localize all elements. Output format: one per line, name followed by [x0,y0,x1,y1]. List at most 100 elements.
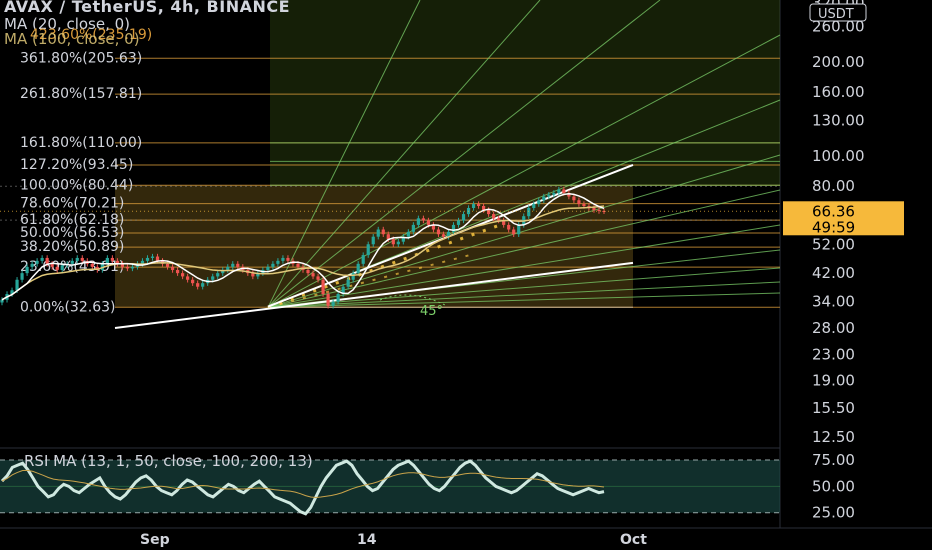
candle-body [562,189,566,193]
candle-body [577,200,581,205]
price-scale-label: 23.00 [812,346,855,364]
candle-body [236,263,240,267]
candle-body [15,279,19,291]
candle-body [0,299,4,303]
candle-body [361,255,365,264]
candle-body [537,200,541,205]
candle-body [547,194,551,197]
candle-body [512,229,516,235]
candle-body [25,266,29,274]
candle-body [366,244,370,256]
candle-body [471,204,476,208]
price-scale-label: 130.00 [812,111,865,129]
price-scale-label: 80.00 [812,177,855,195]
candle-body [60,265,64,270]
price-scale-label: 28.00 [812,319,855,337]
candle-body [35,260,39,264]
candle-body [216,273,220,277]
candle-body [70,260,74,264]
candle-body [487,209,491,215]
candle-body [492,214,496,219]
candle-body [532,204,536,208]
candle-body [30,263,34,267]
candle-body [75,257,79,261]
candle-body [281,257,285,261]
candle-body [90,263,94,267]
candle-body [391,239,395,245]
candle-body [582,204,586,207]
rsi-title[interactable]: RSI MA (13, 1, 50, close, 100, 200, 13) [24,452,313,470]
candle-body [461,214,466,221]
candle-body [426,220,431,225]
price-scale-label: 12.50 [812,428,855,446]
price-scale-label: 100.00 [812,147,865,165]
price-scale-label: 200.00 [812,53,865,71]
candle-body [346,279,350,287]
candle-body [456,220,461,225]
candle-body [186,276,190,280]
candle-body [306,269,310,274]
candle-body [175,269,180,274]
time-axis-label: Oct [620,532,647,548]
candle-body [476,204,481,207]
rsi-scale-label: 25.00 [812,504,855,522]
candle-body [592,207,596,210]
candle-body [411,224,415,232]
candle-body [276,260,280,264]
fib-label: 78.60%(70.21) [20,196,124,212]
candle-body [196,283,200,287]
candle-body [296,263,300,267]
candle-body [316,276,320,280]
price-scale-label: 52.00 [812,235,855,253]
candle-body [80,257,84,261]
candle-body [311,273,315,277]
candle-body [286,257,290,261]
candle-body [371,236,375,245]
fib-label: 261.80%(157.81) [20,86,142,102]
candle-body [191,279,195,284]
candle-body [155,256,160,261]
candle-body [170,266,175,270]
chart-title: AVAX / TetherUS, 4h, BINANCE [4,0,291,16]
candle-body [552,192,556,195]
candle-body [406,231,410,237]
ma100-legend[interactable]: MA (100, close, 0) [4,30,140,48]
rsi-scale-label: 50.00 [812,477,855,495]
candle-body [165,263,170,267]
price-scale-label: 34.00 [812,293,855,311]
candle-body [572,196,576,201]
candle-body [436,229,441,235]
candle-body [336,294,340,302]
candle-body [150,256,155,258]
candle-body [542,196,546,201]
candle-body [416,218,420,225]
candle-body [271,263,275,267]
candle-body [145,257,150,261]
price-scale-label: 42.00 [812,264,855,282]
candle-body [181,273,185,277]
candle-body [441,234,446,237]
candle-body [497,218,501,221]
candle-body [381,229,385,235]
fib-label: 127.20%(93.45) [20,157,133,173]
candle-body [45,257,49,264]
candle-body [40,257,44,261]
candle-body [527,207,531,217]
fib-label: 0.00%(32.63) [20,299,115,315]
angle-label: 45° [420,304,443,319]
time-axis-label: 14 [357,532,377,548]
chart-root: 361.80%(205.63) 261.80%(157.81) 161.80%(11… [0,0,932,550]
currency-label: USDT [818,7,854,22]
candle-body [321,279,325,295]
candle-body [331,301,335,306]
price-scale-label: 15.50 [812,399,855,417]
candle-body [201,283,205,287]
candle-body [507,224,511,230]
fib-label: 161.80%(110.00) [20,135,142,151]
candle-body [421,218,425,221]
candle-body [20,273,24,280]
candle-body [386,234,390,240]
candle-body [326,294,330,306]
candle-body [130,266,135,269]
time-axis-label: Sep [140,532,170,548]
